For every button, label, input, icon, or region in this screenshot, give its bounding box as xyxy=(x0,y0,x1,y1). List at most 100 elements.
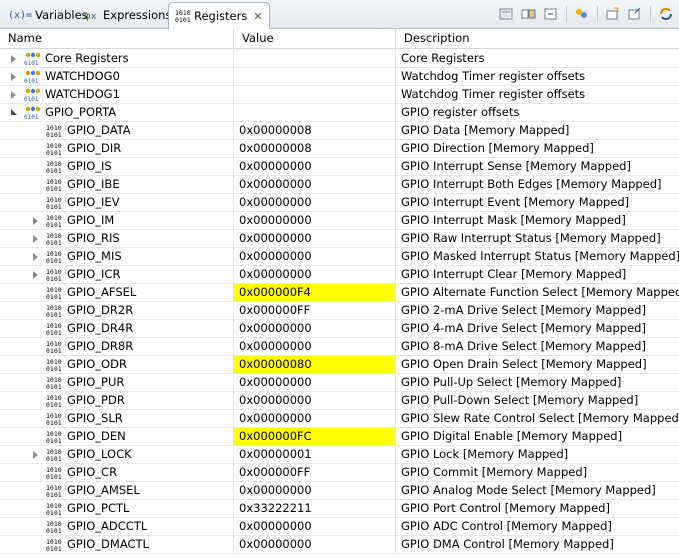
view-mode-icon[interactable] xyxy=(520,6,538,22)
value-cell[interactable]: 0x33222211 xyxy=(234,500,396,517)
value-cell[interactable]: 0x00000008 xyxy=(234,122,396,139)
value-cell[interactable]: 0x00000001 xyxy=(234,446,396,463)
register-row[interactable]: 1010 0101 GPIO_DATA 0x00000008 GPIO Data [Me… xyxy=(0,122,679,140)
collapsed-arrow-icon[interactable] xyxy=(33,235,38,243)
value-cell[interactable]: 0x00000080 xyxy=(234,356,396,373)
register-row[interactable]: 1010 0101 GPIO_IM 0x00000000 GPIO Interrupt … xyxy=(0,212,679,230)
register-name: GPIO_DIR xyxy=(67,141,122,155)
value-cell[interactable] xyxy=(234,50,396,67)
register-icon: 1010 0101 xyxy=(46,250,64,265)
register-row[interactable]: 1010 0101 GPIO_IS 0x00000000 GPIO Interrupt … xyxy=(0,158,679,176)
value-cell[interactable]: 0x00000000 xyxy=(234,338,396,355)
register-row[interactable]: 1010 0101 GPIO_RIS 0x00000000 GPIO Raw Inter… xyxy=(0,230,679,248)
register-row[interactable]: 1010 0101 GPIO_AFSEL 0x000000F4 GPIO Alterna… xyxy=(0,284,679,302)
collapsed-arrow-icon[interactable] xyxy=(11,73,16,81)
value-cell[interactable]: 0x000000FF xyxy=(234,464,396,481)
register-icon: 1010 0101 xyxy=(46,178,64,193)
register-row[interactable]: 1010 0101 GPIO_LOCK 0x00000001 GPIO Lock [Me… xyxy=(0,446,679,464)
value-cell[interactable] xyxy=(234,68,396,85)
value-cell[interactable]: 0x00000000 xyxy=(234,482,396,499)
value-cell[interactable]: 0x00000000 xyxy=(234,176,396,193)
column-header-name[interactable]: Name xyxy=(0,29,234,48)
register-row[interactable]: 1010 0101 GPIO_PUR 0x00000000 GPIO Pull-Up S… xyxy=(0,374,679,392)
register-name: GPIO_IM xyxy=(67,213,115,227)
value-cell[interactable]: 0x00000000 xyxy=(234,212,396,229)
svg-text:0101: 0101 xyxy=(46,239,62,246)
register-icon: 1010 0101 xyxy=(46,484,64,499)
value-cell[interactable]: 0x00000000 xyxy=(234,320,396,337)
name-cell: 1010 0101 GPIO_AMSEL xyxy=(0,482,234,499)
export-icon[interactable] xyxy=(626,6,644,22)
value-cell[interactable]: 0x000000FC xyxy=(234,428,396,445)
register-name: WATCHDOG0 xyxy=(45,69,120,83)
collapsed-arrow-icon[interactable] xyxy=(33,217,38,225)
value-cell[interactable]: 0x00000000 xyxy=(234,230,396,247)
value-cell[interactable]: 0x00000000 xyxy=(234,158,396,175)
register-row[interactable]: 1010 0101 GPIO_ICR 0x00000000 GPIO Interrupt… xyxy=(0,266,679,284)
collapse-all-icon[interactable] xyxy=(542,6,560,22)
svg-text:0101: 0101 xyxy=(46,473,62,480)
register-row[interactable]: 1010 0101 GPIO_DR8R 0x00000000 GPIO 8-mA Dri… xyxy=(0,338,679,356)
register-row[interactable]: 1010 0101 GPIO_IBE 0x00000000 GPIO Interrupt… xyxy=(0,176,679,194)
tab-registers[interactable]: 1010 0101 Registers ✕ xyxy=(168,2,270,29)
register-name: GPIO_ICR xyxy=(67,267,121,281)
register-group-row[interactable]: 0101 WATCHDOG1 Watchdog Timer register off… xyxy=(0,86,679,104)
expanded-arrow-icon[interactable] xyxy=(11,109,17,115)
name-cell: 1010 0101 GPIO_DEN xyxy=(0,428,234,445)
name-cell: 1010 0101 GPIO_DR2R xyxy=(0,302,234,319)
name-cell: 1010 0101 GPIO_DR4R xyxy=(0,320,234,337)
value-cell[interactable]: 0x000000FF xyxy=(234,302,396,319)
register-row[interactable]: 1010 0101 GPIO_AMSEL 0x00000000 GPIO Analog … xyxy=(0,482,679,500)
register-icon: 1010 0101 xyxy=(46,124,64,139)
collapsed-arrow-icon[interactable] xyxy=(11,91,16,99)
register-row[interactable]: 1010 0101 GPIO_PDR 0x00000000 GPIO Pull-Down… xyxy=(0,392,679,410)
value-cell[interactable]: 0x00000000 xyxy=(234,266,396,283)
close-icon[interactable]: ✕ xyxy=(253,10,262,23)
value-cell[interactable]: 0x00000008 xyxy=(234,140,396,157)
register-row[interactable]: 1010 0101 GPIO_ADCCTL 0x00000000 GPIO ADC Co… xyxy=(0,518,679,536)
register-row[interactable]: 1010 0101 GPIO_ODR 0x00000080 GPIO Open Drai… xyxy=(0,356,679,374)
register-row[interactable]: 1010 0101 GPIO_SLR 0x00000000 GPIO Slew Rate… xyxy=(0,410,679,428)
value-cell[interactable]: 0x00000000 xyxy=(234,518,396,535)
register-row[interactable]: 1010 0101 GPIO_DR4R 0x00000000 GPIO 4-mA Dri… xyxy=(0,320,679,338)
value-cell[interactable] xyxy=(234,104,396,121)
register-row[interactable]: 1010 0101 GPIO_DIR 0x00000008 GPIO Direction… xyxy=(0,140,679,158)
register-group-icon: 0101 xyxy=(24,106,42,121)
register-row[interactable]: 1010 0101 GPIO_DMACTL 0x00000000 GPIO DMA Co… xyxy=(0,536,679,554)
register-name: GPIO_RIS xyxy=(67,231,120,245)
register-row[interactable]: 1010 0101 GPIO_PCTL 0x33222211 GPIO Port Con… xyxy=(0,500,679,518)
register-row[interactable]: 1010 0101 GPIO_MIS 0x00000000 GPIO Masked In… xyxy=(0,248,679,266)
register-group-row[interactable]: 0101 Core Registers Core Registers xyxy=(0,50,679,68)
refresh-icon[interactable] xyxy=(657,6,675,22)
register-row[interactable]: 1010 0101 GPIO_IEV 0x00000000 GPIO Interrupt… xyxy=(0,194,679,212)
name-cell: 1010 0101 GPIO_AFSEL xyxy=(0,284,234,301)
collapsed-arrow-icon[interactable] xyxy=(11,55,16,63)
register-row[interactable]: 1010 0101 GPIO_DEN 0x000000FC GPIO Digital E… xyxy=(0,428,679,446)
collapsed-arrow-icon[interactable] xyxy=(33,253,38,261)
value-cell[interactable]: 0x00000000 xyxy=(234,536,396,553)
column-header-description[interactable]: Description xyxy=(396,29,679,48)
register-row[interactable]: 1010 0101 GPIO_CR 0x000000FF GPIO Commit [Me… xyxy=(0,464,679,482)
new-window-icon[interactable] xyxy=(604,6,622,22)
description-cell: GPIO DMA Control [Memory Mapped] xyxy=(401,537,614,551)
svg-text:0101: 0101 xyxy=(46,347,62,354)
register-group-row[interactable]: 0101 WATCHDOG0 Watchdog Timer register off… xyxy=(0,68,679,86)
tab-expressions[interactable]: φx Expressions xyxy=(78,2,177,28)
value-cell[interactable] xyxy=(234,86,396,103)
value-cell[interactable]: 0x000000F4 xyxy=(234,284,396,301)
register-row[interactable]: 1010 0101 GPIO_DR2R 0x000000FF GPIO 2-mA Dri… xyxy=(0,302,679,320)
collapsed-arrow-icon[interactable] xyxy=(33,451,38,459)
register-name: GPIO_PUR xyxy=(67,375,125,389)
register-group-row[interactable]: 0101 GPIO_PORTA GPIO register offsets xyxy=(0,104,679,122)
value-cell[interactable]: 0x00000000 xyxy=(234,392,396,409)
name-cell: 1010 0101 GPIO_IM xyxy=(0,212,234,229)
value-cell[interactable]: 0x00000000 xyxy=(234,248,396,265)
register-group-icon[interactable] xyxy=(573,6,591,22)
value-cell[interactable]: 0x00000000 xyxy=(234,374,396,391)
value-cell[interactable]: 0x00000000 xyxy=(234,194,396,211)
name-cell: 1010 0101 GPIO_DIR xyxy=(0,140,234,157)
column-header-value[interactable]: Value xyxy=(234,29,396,48)
value-cell[interactable]: 0x00000000 xyxy=(234,410,396,427)
collapsed-arrow-icon[interactable] xyxy=(33,271,38,279)
layout-icon[interactable] xyxy=(498,6,516,22)
